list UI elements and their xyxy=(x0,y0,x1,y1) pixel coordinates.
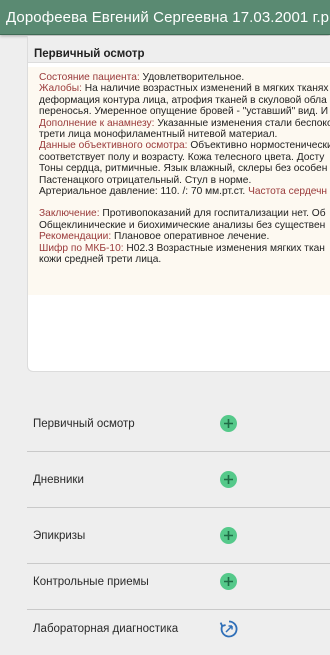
patient-title: Дорофеева Евгений Сергеевна 17.03.2001 г… xyxy=(6,8,330,26)
accordion-label: Эпикризы xyxy=(33,529,86,542)
text-line: соответствует полу и возрасту. Кожа теле… xyxy=(39,151,325,163)
text-line: деформация контура лица, атрофия тканей … xyxy=(39,94,327,106)
text-line: Пастенацкого отрицательный. Стул в норме… xyxy=(39,174,252,186)
text-line: Заключение: Противопоказаний для госпита… xyxy=(39,208,326,220)
text-line: Жалобы: На наличие возрастных изменений … xyxy=(39,83,329,95)
accordion-label: Первичный осмотр xyxy=(33,417,135,430)
refresh-icon[interactable] xyxy=(219,619,239,639)
card-header: Первичный осмотр xyxy=(28,36,330,63)
text-line: кожи средней трети лица. xyxy=(39,254,162,266)
accordion-label: Лабораторная диагностика xyxy=(33,623,179,635)
examination-card: Первичный осмотр Состояние пациента: Удо… xyxy=(27,36,330,372)
accordion-lab-diagnostics[interactable]: Лабораторная диагностика xyxy=(27,601,330,655)
text-line: Состояние пациента: Удовлетворительное. xyxy=(39,72,245,83)
text-line: Данные объективного осмотра: Объективно … xyxy=(39,140,330,152)
plus-icon[interactable] xyxy=(220,527,237,544)
accordion-primary-exam[interactable]: Первичный осмотр xyxy=(27,396,330,452)
card-title: Первичный осмотр xyxy=(34,48,145,60)
text-line: Артериальное давление: 110. /: 70 мм.рт.… xyxy=(39,186,328,198)
text-line: Дополнение к анамнезу: Указанные изменен… xyxy=(39,117,330,129)
plus-icon[interactable] xyxy=(220,415,237,432)
patient-header: Дорофеева Евгений Сергеевна 17.03.2001 г… xyxy=(0,0,330,35)
plus-icon[interactable] xyxy=(220,573,237,590)
accordion-label: Дневники xyxy=(33,473,84,486)
text-line: Шифр по МКБ-10: H02.3 Возрастные изменен… xyxy=(39,242,325,254)
text-line: Тоны сердца, ритмичные. Язык влажный, ск… xyxy=(39,163,328,175)
plus-icon[interactable] xyxy=(220,471,237,488)
accordion-label: Контрольные приемы xyxy=(33,575,149,588)
text-line: Общеклинические и биохимические анализы … xyxy=(39,219,326,231)
text-line: трети лица монофиламентный нитевой матер… xyxy=(39,129,278,141)
text-line: Рекомендации: Плановое оперативное лечен… xyxy=(39,231,270,243)
text-line: переносья. Умеренное опущение бровей - "… xyxy=(39,106,329,118)
accordion-diaries[interactable]: Дневники xyxy=(27,452,330,508)
card-body: Состояние пациента: Удовлетворительное. … xyxy=(28,67,330,295)
